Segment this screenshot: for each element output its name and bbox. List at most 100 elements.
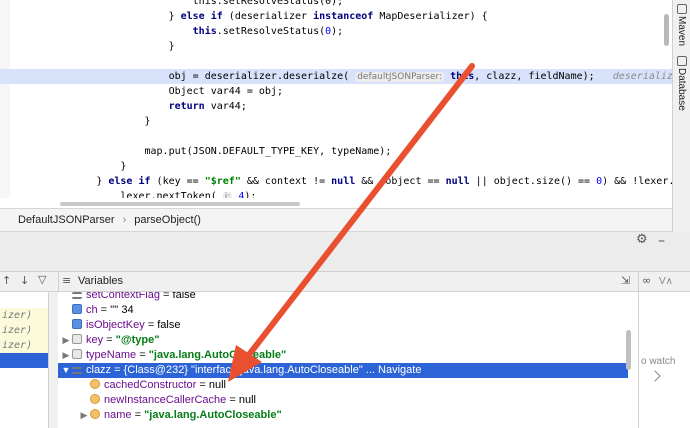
variable-separator: = — [159, 292, 173, 301]
field-icon — [90, 394, 100, 404]
code-token: ); — [244, 191, 257, 198]
chevron-right-icon — [649, 370, 661, 382]
code-token: else if — [108, 176, 151, 187]
watches-hint: o watch — [641, 356, 676, 367]
code-line[interactable]: return var44; — [0, 99, 672, 114]
frame-item[interactable] — [0, 353, 48, 368]
code-token: } — [0, 41, 175, 52]
collapsed-arrow-icon[interactable]: ▶ — [78, 408, 90, 423]
database-icon[interactable] — [677, 56, 687, 66]
editor-vertical-scrollbar[interactable] — [664, 14, 669, 46]
maven-tab[interactable]: Maven — [676, 16, 687, 46]
code-line[interactable]: this.setResolveStatus(0); — [0, 24, 672, 39]
code-token: && (object == — [355, 176, 446, 187]
collapsed-arrow-icon[interactable]: ▶ — [60, 348, 72, 363]
variable-name: setContextFlag — [86, 292, 160, 301]
code-line[interactable]: } — [0, 114, 672, 129]
variable-row[interactable]: ▶ typeName = "java.lang.AutoCloseable" — [58, 348, 628, 363]
frames-list[interactable]: izer) izer) izer) — [0, 292, 48, 428]
database-tab[interactable]: Database — [676, 68, 687, 111]
variables-scrollbar[interactable] — [626, 330, 631, 370]
frame-item[interactable]: izer) — [0, 323, 48, 338]
variable-row[interactable]: ▼ clazz = {Class@232} "interface java.lan… — [58, 363, 628, 378]
inline-value-hint: deserializer: J — [612, 71, 672, 82]
variable-value: "java.lang.AutoCloseable" — [144, 409, 282, 421]
breadcrumb-method[interactable]: parseObject() — [134, 214, 201, 226]
collapsed-arrow-icon[interactable]: ▶ — [60, 333, 72, 348]
code-token: && context != — [240, 176, 332, 187]
prim-icon — [72, 319, 82, 329]
frames-divider[interactable] — [48, 292, 58, 428]
editor-horizontal-scrollbar[interactable] — [60, 202, 300, 206]
code-line[interactable]: map.put(JSON.DEFAULT_TYPE_KEY, typeName)… — [0, 144, 672, 159]
watches-panel[interactable]: o watch — [638, 292, 690, 428]
settings-gear-icon[interactable]: ⚙ — [636, 232, 648, 247]
code-token: , clazz, fieldName); — [474, 71, 613, 82]
breadcrumb: DefaultJSONParser › parseObject() — [0, 208, 672, 232]
restore-layout-icon[interactable]: ⇲ — [621, 274, 630, 287]
field-icon — [90, 379, 100, 389]
code-token: this.setResolveStatus(0); — [0, 0, 344, 7]
variable-name: newInstanceCallerCache — [104, 394, 227, 406]
variable-value: null — [238, 394, 256, 406]
variable-row[interactable]: cachedConstructor = null — [58, 378, 628, 393]
variable-name: clazz — [86, 364, 112, 376]
maven-icon[interactable] — [677, 4, 687, 14]
code-token: .setResolveStatus( — [216, 26, 326, 37]
code-token: } — [0, 11, 181, 22]
code-line[interactable]: Object var44 = obj; — [0, 84, 672, 99]
code-token: MapDeserializer) { — [373, 11, 488, 22]
code-line[interactable]: } — [0, 39, 672, 54]
inlay-hint: i: — [222, 192, 233, 198]
code-line[interactable]: } — [0, 159, 672, 174]
frame-item[interactable]: izer) — [0, 308, 48, 323]
variable-row[interactable]: isObjectKey = false — [58, 318, 628, 333]
code-line-current[interactable]: obj = deserializer.deserialze( defaultJS… — [0, 69, 672, 84]
variable-row[interactable]: newInstanceCallerCache = null — [58, 393, 628, 408]
list-icon — [72, 292, 82, 299]
variable-separator: = — [136, 349, 149, 361]
obj-icon — [72, 349, 82, 359]
navigate-link[interactable]: ... Navigate — [366, 364, 422, 376]
variable-name: name — [104, 409, 132, 421]
list-icon — [72, 367, 82, 374]
code-line[interactable]: } else if (key == "$ref" && context != n… — [0, 174, 672, 189]
watches-label-fragment: V∧ — [659, 276, 673, 287]
filter-icon[interactable]: ▽ — [38, 273, 46, 286]
variable-value: "@type" — [115, 334, 160, 346]
code-line[interactable] — [0, 129, 672, 144]
variable-separator: = — [97, 304, 111, 316]
expanded-arrow-icon[interactable]: ▼ — [60, 363, 72, 378]
code-token: return — [168, 101, 205, 112]
variables-tree[interactable]: setContextFlag = false ch = '"' 34 isObjec… — [58, 292, 638, 428]
code-token: } — [0, 116, 151, 127]
code-line[interactable] — [0, 54, 672, 69]
code-token: || object.size() == — [469, 176, 597, 187]
code-token: lexer.nextToken( — [0, 191, 223, 198]
list-icon: ≡ — [62, 274, 72, 287]
inlay-hint: defaultJSONParser: — [355, 72, 445, 82]
frame-item[interactable]: izer) — [0, 338, 48, 353]
variable-row[interactable]: setContextFlag = false — [58, 292, 628, 303]
arrow-down-icon[interactable]: ↓ — [20, 274, 29, 287]
code-line[interactable]: } else if (deserializer instanceof MapDe… — [0, 9, 672, 24]
minimize-icon[interactable]: – — [658, 233, 665, 249]
variable-name: typeName — [86, 349, 137, 361]
variable-name: isObjectKey — [86, 319, 145, 331]
variable-row[interactable]: ▶ key = "@type" — [58, 333, 628, 348]
code-token: "$ref" — [204, 176, 241, 187]
variable-row[interactable]: ▶ name = "java.lang.AutoCloseable" — [58, 408, 628, 423]
variable-row[interactable]: ch = '"' 34 — [58, 303, 628, 318]
code-line[interactable]: lexer.nextToken( i: 4); — [0, 189, 672, 198]
code-line[interactable]: this.setResolveStatus(0); — [0, 0, 672, 9]
code-editor[interactable]: this.setResolveStatus(0); } else if (des… — [0, 0, 672, 198]
variable-value: false — [157, 319, 181, 331]
variable-name: ch — [86, 304, 98, 316]
arrow-up-icon[interactable]: ↑ — [2, 274, 11, 287]
code-token: obj = deserializer.deserialze( — [0, 71, 356, 82]
glasses-icon[interactable]: ∞ — [642, 274, 651, 287]
variable-name: cachedConstructor — [104, 379, 197, 391]
breadcrumb-class[interactable]: DefaultJSONParser — [18, 214, 115, 226]
